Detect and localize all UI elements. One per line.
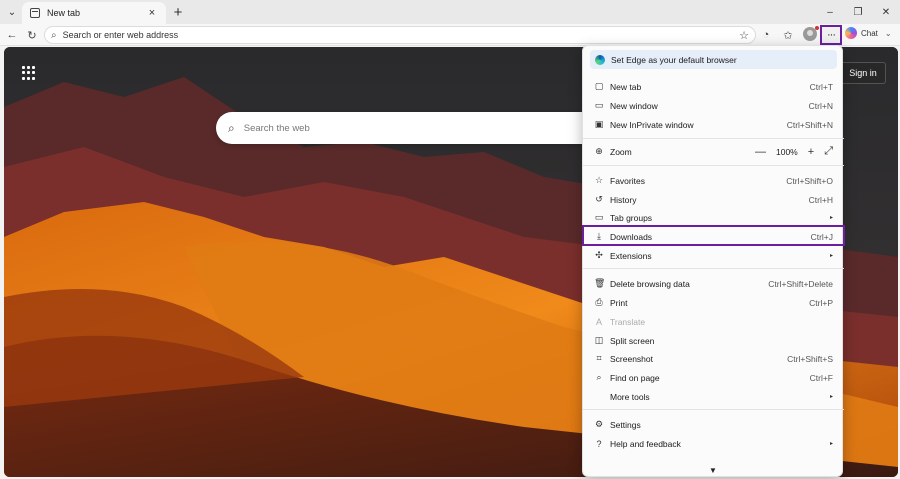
copilot-chat-button[interactable]: Chat ⌄ [845,27,892,39]
print-icon: ⎙ [595,297,603,307]
chat-label: Chat [861,28,878,38]
menu-item-new-tab[interactable]: ▢ New tab Ctrl+T [583,77,844,96]
menu-item-settings[interactable]: ⚙ Settings [583,415,844,434]
fullscreen-icon[interactable]: ⤢ [824,145,833,158]
menu-divider [583,138,844,139]
address-placeholder: Search or enter web address [62,30,179,40]
submenu-arrow-icon: ▸ [829,441,833,447]
menu-item-translate: A Translate [595,316,646,327]
translate-icon: A [595,316,602,327]
settings-and-more-button[interactable]: ··· [820,25,842,45]
split-screen-icon: ◫ [594,335,604,345]
favorites-icon: ☆ [594,175,604,185]
zoom-level: 100% [776,146,798,157]
inprivate-icon: ▣ [594,119,604,129]
downloads-highlight-box [582,225,845,246]
tab-groups-icon: ▭ [594,212,604,222]
menu-item-find-on-page[interactable]: ⌕ Find on page Ctrl+F [583,368,844,387]
set-default-browser-banner[interactable]: Set Edge as your default browser [590,50,837,69]
notification-dot [815,26,819,30]
search-icon: ⌕ [228,120,235,135]
tab-close-icon[interactable]: × [146,7,158,19]
promo-text: Set Edge as your default browser [611,54,737,65]
chat-chevron-icon[interactable]: ⌄ [885,29,892,38]
address-bar[interactable]: ⌕ Search or enter web address ☆ [44,26,756,44]
menu-item-zoom: ⊕ Zoom — 100% + ⤢ [595,145,833,158]
app-launcher-icon[interactable] [22,66,36,80]
sign-in-button[interactable]: Sign in [840,62,886,84]
settings-icon: ⚙ [594,419,604,429]
submenu-arrow-icon: ▸ [829,253,833,259]
back-button[interactable]: ← [4,27,20,43]
zoom-out-button[interactable]: — [755,146,766,158]
settings-and-more-menu: Set Edge as your default browser ▢ New t… [582,45,844,477]
new-tab-page-icon [30,8,40,18]
help-icon: ? [596,438,602,449]
search-placeholder: Search the web [243,122,310,134]
minimize-button[interactable]: – [816,0,844,24]
submenu-arrow-icon: ▸ [829,394,833,400]
menu-item-history[interactable]: ↺ History Ctrl+H [583,190,844,209]
new-tab-icon: ▢ [594,81,604,91]
menu-item-print[interactable]: ⎙ Print Ctrl+P [583,293,844,312]
zoom-controls: — 100% + ⤢ [745,145,833,158]
menu-item-more-tools[interactable]: More tools ▸ [583,387,844,406]
menu-divider [583,165,844,166]
menu-item-delete-browsing-data[interactable]: 🗑 Delete browsing data Ctrl+Shift+Delete [583,274,844,293]
browser-essentials-icon[interactable]: ◔ [758,27,774,43]
menu-divider [583,409,844,410]
submenu-arrow-icon: ▸ [829,215,833,221]
tab-title: New tab [47,8,81,18]
delete-icon: 🗑 [594,278,606,288]
menu-item-favorites[interactable]: ☆ Favorites Ctrl+Shift+O [583,171,844,190]
zoom-in-button[interactable]: + [808,146,814,158]
extensions-icon: ✣ [595,250,603,260]
zoom-icon: ⊕ [595,146,603,156]
tab-new-tab[interactable]: New tab × [22,2,166,24]
find-icon: ⌕ [596,372,602,382]
favorites-icon[interactable]: ✩ [780,27,796,43]
tab-strip: ⌄ New tab × + – ❐ ✕ [0,0,900,24]
edge-logo-icon [595,54,605,65]
web-search-box[interactable]: ⌕ Search the web [216,112,616,144]
maximize-button[interactable]: ❐ [844,0,872,24]
new-window-icon: ▭ [594,100,604,110]
toolbar: ← ↻ ⌕ Search or enter web address ☆ ◔ ✩ [0,24,900,46]
menu-divider [583,268,844,269]
menu-item-extensions[interactable]: ✣ Extensions ▸ [583,246,844,265]
favorite-star-icon[interactable]: ☆ [739,29,749,42]
close-window-button[interactable]: ✕ [872,0,900,24]
menu-item-new-inprivate-window[interactable]: ▣ New InPrivate window Ctrl+Shift+N [583,115,844,134]
window-controls: – ❐ ✕ [816,0,900,24]
menu-item-help-and-feedback[interactable]: ? Help and feedback ▸ [583,434,844,453]
menu-item-split-screen[interactable]: ◫ Split screen [583,331,844,350]
menu-item-screenshot[interactable]: ⌗ Screenshot Ctrl+Shift+S [583,349,844,368]
menu-item-new-window[interactable]: ▭ New window Ctrl+N [583,96,844,115]
copilot-icon [845,27,857,39]
history-icon: ↺ [595,194,603,204]
new-tab-button[interactable]: + [170,3,186,21]
scroll-down-arrow-icon[interactable]: ▼ [709,466,717,475]
refresh-button[interactable]: ↻ [24,27,40,43]
search-icon: ⌕ [51,29,57,41]
screenshot-icon: ⌗ [596,353,602,363]
tab-actions-chevron-icon[interactable]: ⌄ [4,4,20,20]
